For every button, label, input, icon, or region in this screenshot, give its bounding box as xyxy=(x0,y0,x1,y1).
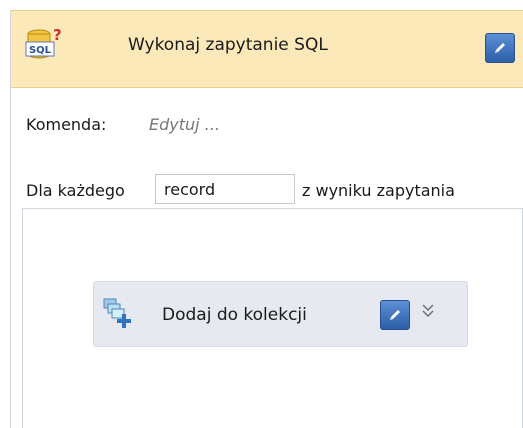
foreach-suffix-label: z wyniku zapytania xyxy=(302,181,455,200)
add-to-collection-icon xyxy=(102,296,136,330)
activity-title: Wykonaj zapytanie SQL xyxy=(128,35,328,55)
sql-query-activity: SQL ? Wykonaj zapytanie SQL Komenda: Edy… xyxy=(10,10,523,428)
foreach-prefix-label: Dla każdego xyxy=(26,181,125,200)
pencil-icon xyxy=(390,310,400,320)
svg-text:SQL: SQL xyxy=(29,45,52,56)
inner-activity-title: Dodaj do kolekcji xyxy=(162,305,307,325)
foreach-body-container[interactable]: Dodaj do kolekcji xyxy=(22,208,523,428)
pencil-icon xyxy=(495,43,505,53)
svg-text:?: ? xyxy=(53,26,61,44)
sql-query-icon: SQL ? xyxy=(25,26,62,62)
command-label: Komenda: xyxy=(26,115,107,134)
activity-header[interactable]: SQL ? Wykonaj zapytanie SQL xyxy=(11,10,523,88)
foreach-variable-input[interactable] xyxy=(155,174,295,204)
edit-activity-button[interactable] xyxy=(485,33,515,63)
add-to-collection-activity[interactable]: Dodaj do kolekcji xyxy=(93,281,468,347)
chevron-double-down-icon[interactable] xyxy=(421,302,435,323)
edit-inner-activity-button[interactable] xyxy=(380,300,410,330)
command-edit-link[interactable]: Edytuj ... xyxy=(149,115,220,134)
